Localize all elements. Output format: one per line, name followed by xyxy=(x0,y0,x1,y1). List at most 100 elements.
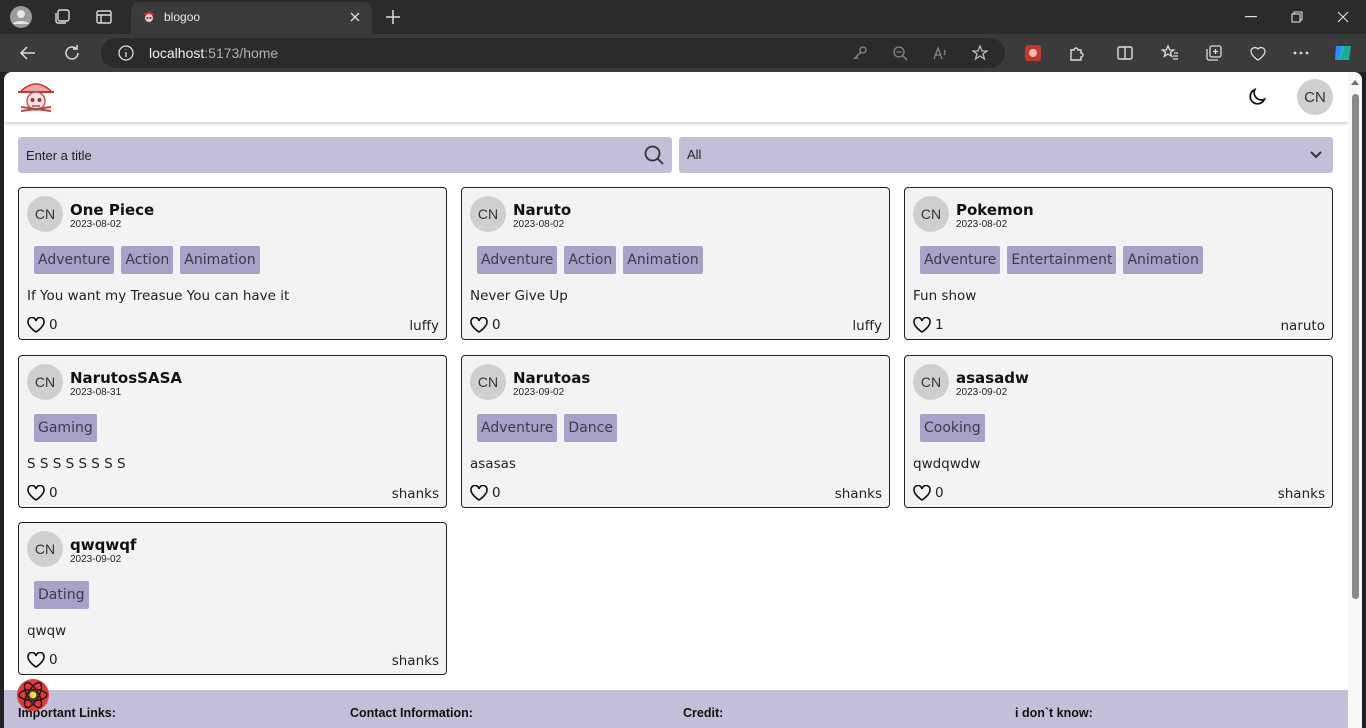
avatar: CN xyxy=(27,196,63,232)
heart-icon xyxy=(27,652,45,668)
zoom-out-icon[interactable] xyxy=(891,44,909,62)
tag-chip[interactable]: Dating xyxy=(34,581,89,609)
post-card[interactable]: CN asasadw 2023-09-02 Cooking qwdqwdw 0 … xyxy=(904,355,1333,508)
tag-chip[interactable]: Adventure xyxy=(34,246,115,274)
close-window-icon[interactable] xyxy=(1328,6,1358,28)
scrollbar-thumb[interactable] xyxy=(1352,94,1359,599)
post-date: 2023-08-02 xyxy=(513,219,565,230)
heart-icon xyxy=(27,317,45,333)
like-button[interactable]: 1 xyxy=(913,317,944,333)
post-title[interactable]: NarutosSASA xyxy=(70,369,182,387)
extension-red-icon[interactable] xyxy=(1022,42,1044,64)
post-date: 2023-09-02 xyxy=(70,554,122,565)
collections-icon[interactable] xyxy=(1203,42,1225,64)
search-icon[interactable] xyxy=(644,145,664,165)
extensions-puzzle-icon[interactable] xyxy=(1066,42,1088,64)
pirate-logo-icon xyxy=(143,12,155,22)
tag-chip[interactable]: Animation xyxy=(1123,246,1203,274)
post-date: 2023-08-31 xyxy=(70,387,122,398)
post-card[interactable]: CN NarutosSASA 2023-08-31 Gaming S S S S… xyxy=(18,355,447,508)
pirate-logo-icon[interactable] xyxy=(16,78,56,116)
browser-tab-active[interactable]: blogoo xyxy=(131,2,372,34)
chevron-down-icon xyxy=(1310,151,1322,159)
tag-chip[interactable]: Animation xyxy=(623,246,703,274)
moon-icon xyxy=(1249,87,1267,105)
post-title[interactable]: asasadw xyxy=(956,369,1029,387)
category-select[interactable]: All xyxy=(679,137,1333,173)
more-menu-icon[interactable] xyxy=(1290,42,1312,64)
like-button[interactable]: 0 xyxy=(913,485,944,501)
tag-chip[interactable]: Animation xyxy=(180,246,260,274)
tag-list: Adventure Action Animation xyxy=(477,246,703,274)
key-icon[interactable] xyxy=(851,44,869,62)
heart-icon xyxy=(470,317,488,333)
post-card[interactable]: CN Pokemon 2023-08-02 Adventure Entertai… xyxy=(904,187,1333,340)
avatar: CN xyxy=(913,364,949,400)
like-count: 0 xyxy=(935,485,944,501)
new-tab-icon[interactable] xyxy=(382,6,404,28)
tag-chip[interactable]: Gaming xyxy=(34,414,97,442)
post-title[interactable]: qwqwqf xyxy=(70,536,136,554)
avatar: CN xyxy=(470,196,506,232)
footer-contact-information: Contact Information: xyxy=(350,706,473,720)
tab-actions-icon[interactable] xyxy=(92,5,116,29)
url-text[interactable]: localhost:5173/home xyxy=(149,45,278,61)
post-title[interactable]: Pokemon xyxy=(956,201,1034,219)
minimize-icon[interactable] xyxy=(1236,6,1266,28)
post-body: Never Give Up xyxy=(470,288,568,304)
page-scrollbar[interactable] xyxy=(1348,72,1362,728)
info-icon[interactable] xyxy=(117,44,135,62)
post-card[interactable]: CN qwqwqf 2023-09-02 Dating qwqw 0 shank… xyxy=(18,522,447,675)
tag-chip[interactable]: Adventure xyxy=(477,246,558,274)
like-button[interactable]: 0 xyxy=(27,652,58,668)
close-tab-icon[interactable] xyxy=(346,8,364,26)
refresh-icon[interactable] xyxy=(60,41,84,65)
search-input[interactable] xyxy=(18,137,638,173)
browser-essentials-icon[interactable] xyxy=(1247,42,1269,64)
post-card[interactable]: CN Narutoas 2023-09-02 Adventure Dance a… xyxy=(461,355,890,508)
read-aloud-icon[interactable] xyxy=(931,44,949,62)
avatar: CN xyxy=(913,196,949,232)
post-title[interactable]: Narutoas xyxy=(513,369,590,387)
dark-mode-toggle[interactable] xyxy=(1244,84,1270,110)
like-button[interactable]: 0 xyxy=(27,485,58,501)
post-author: shanks xyxy=(391,486,439,502)
like-button[interactable]: 0 xyxy=(27,317,58,333)
tag-chip[interactable]: Adventure xyxy=(477,414,558,442)
post-date: 2023-08-02 xyxy=(956,219,1008,230)
restore-icon[interactable] xyxy=(1282,6,1312,28)
app-header: CN xyxy=(4,72,1348,122)
tag-chip[interactable]: Entertainment xyxy=(1007,246,1117,274)
favorites-icon[interactable] xyxy=(1159,42,1181,64)
copilot-icon[interactable] xyxy=(1332,42,1354,64)
post-card[interactable]: CN Naruto 2023-08-02 Adventure Action An… xyxy=(461,187,890,340)
tag-chip[interactable]: Adventure xyxy=(920,246,1001,274)
back-icon[interactable] xyxy=(16,41,40,65)
split-screen-icon[interactable] xyxy=(1114,42,1136,64)
like-button[interactable]: 0 xyxy=(470,317,501,333)
profile-icon[interactable] xyxy=(9,5,33,29)
tag-chip[interactable]: Action xyxy=(121,246,174,274)
scroll-up-arrow-icon[interactable] xyxy=(1351,80,1359,85)
like-count: 1 xyxy=(935,317,944,333)
like-count: 0 xyxy=(49,652,58,668)
tag-chip[interactable]: Cooking xyxy=(920,414,985,442)
avatar: CN xyxy=(27,531,63,567)
post-body: S S S S S S S S xyxy=(27,456,126,472)
react-devtools-icon[interactable] xyxy=(14,676,52,714)
user-avatar[interactable]: CN xyxy=(1297,79,1333,115)
favorite-star-icon[interactable] xyxy=(971,44,989,62)
post-body: asasas xyxy=(470,456,516,472)
workspaces-icon[interactable] xyxy=(50,5,74,29)
address-bar[interactable]: localhost:5173/home xyxy=(101,38,1005,68)
tag-list: Adventure Dance xyxy=(477,414,617,442)
post-card[interactable]: CN One Piece 2023-08-02 Adventure Action… xyxy=(18,187,447,340)
page-viewport: CN All CN One Piece 2023-08-02 Adventure… xyxy=(4,72,1362,728)
tag-chip[interactable]: Dance xyxy=(564,414,617,442)
tag-chip[interactable]: Action xyxy=(564,246,617,274)
category-select-value: All xyxy=(687,147,702,162)
post-author: luffy xyxy=(409,318,439,334)
like-button[interactable]: 0 xyxy=(470,485,501,501)
post-title[interactable]: Naruto xyxy=(513,201,571,219)
post-title[interactable]: One Piece xyxy=(70,201,154,219)
